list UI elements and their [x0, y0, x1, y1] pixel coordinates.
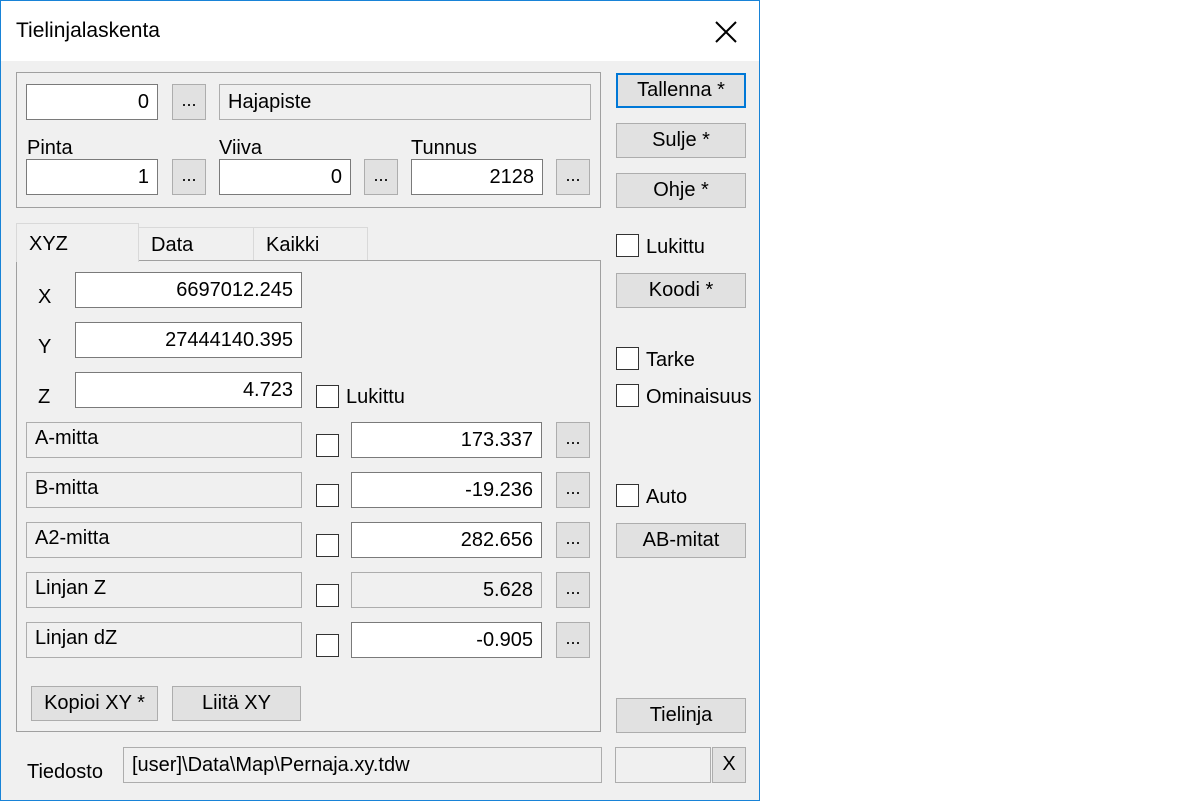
hajapiste-code-field[interactable]: 0: [26, 84, 158, 120]
dialog-window: Tielinjalaskenta 0 ... Hajapiste Pinta 1…: [0, 0, 760, 801]
copy-xy-button[interactable]: Kopioi XY *: [31, 686, 158, 721]
z-lock-checkbox[interactable]: [316, 385, 339, 408]
z-label: Z: [38, 386, 51, 408]
x-field[interactable]: 6697012.245: [75, 272, 302, 308]
close-icon[interactable]: [709, 15, 743, 49]
window-title: Tielinjalaskenta: [16, 19, 160, 42]
tab-kaikki[interactable]: Kaikki: [253, 227, 368, 261]
save-button[interactable]: Tallenna *: [616, 73, 746, 108]
a-mitta-field[interactable]: 173.337: [351, 422, 542, 458]
ominaisuus-label: Ominaisuus: [646, 386, 752, 408]
ab-mitat-button[interactable]: AB-mitat: [616, 523, 746, 558]
auto-label: Auto: [646, 486, 688, 508]
a2-mitta-field[interactable]: 282.656: [351, 522, 542, 558]
tab-xyz[interactable]: XYZ: [16, 223, 139, 262]
locked-label: Lukittu: [646, 236, 705, 258]
hajapiste-name-field: Hajapiste: [219, 84, 591, 120]
a-mitta-checkbox[interactable]: [316, 434, 339, 457]
a2-mitta-label: A2-mitta: [26, 522, 302, 558]
tielinja-button[interactable]: Tielinja: [616, 698, 746, 733]
tarke-label: Tarke: [646, 349, 695, 371]
linjan-z-field: 5.628: [351, 572, 542, 608]
y-label: Y: [38, 336, 52, 358]
auto-checkbox[interactable]: [616, 484, 639, 507]
linjan-dz-checkbox[interactable]: [316, 634, 339, 657]
ominaisuus-checkbox[interactable]: [616, 384, 639, 407]
file-clear-button[interactable]: X: [712, 747, 746, 783]
linjan-z-label: Linjan Z: [26, 572, 302, 608]
viiva-field[interactable]: 0: [219, 159, 351, 195]
tab-data[interactable]: Data: [138, 227, 254, 261]
b-mitta-checkbox[interactable]: [316, 484, 339, 507]
viiva-label: Viiva: [219, 137, 262, 159]
viiva-browse-button[interactable]: ...: [364, 159, 398, 195]
pinta-field[interactable]: 1: [26, 159, 158, 195]
linjan-z-checkbox[interactable]: [316, 584, 339, 607]
b-mitta-browse-button[interactable]: ...: [556, 472, 590, 508]
locked-checkbox[interactable]: [616, 234, 639, 257]
z-field[interactable]: 4.723: [75, 372, 302, 408]
b-mitta-label: B-mitta: [26, 472, 302, 508]
file-path-field: [user]\Data\Map\Pernaja.xy.tdw: [123, 747, 602, 783]
hajapiste-browse-button[interactable]: ...: [172, 84, 206, 120]
pinta-browse-button[interactable]: ...: [172, 159, 206, 195]
paste-xy-button[interactable]: Liitä XY: [172, 686, 301, 721]
tunnus-browse-button[interactable]: ...: [556, 159, 590, 195]
file-extra-field: [615, 747, 711, 783]
file-label: Tiedosto: [27, 761, 103, 783]
linjan-dz-browse-button[interactable]: ...: [556, 622, 590, 658]
b-mitta-field[interactable]: -19.236: [351, 472, 542, 508]
pinta-label: Pinta: [27, 137, 73, 159]
linjan-z-browse-button[interactable]: ...: [556, 572, 590, 608]
y-field[interactable]: 27444140.395: [75, 322, 302, 358]
tunnus-label: Tunnus: [411, 137, 477, 159]
title-bar: Tielinjalaskenta: [1, 1, 759, 61]
close-button[interactable]: Sulje *: [616, 123, 746, 158]
z-lock-label: Lukittu: [346, 386, 405, 408]
code-button[interactable]: Koodi *: [616, 273, 746, 308]
linjan-dz-field[interactable]: -0.905: [351, 622, 542, 658]
a-mitta-browse-button[interactable]: ...: [556, 422, 590, 458]
tunnus-field[interactable]: 2128: [411, 159, 543, 195]
a-mitta-label: A-mitta: [26, 422, 302, 458]
a2-mitta-browse-button[interactable]: ...: [556, 522, 590, 558]
tarke-checkbox[interactable]: [616, 347, 639, 370]
x-label: X: [38, 286, 52, 308]
a2-mitta-checkbox[interactable]: [316, 534, 339, 557]
help-button[interactable]: Ohje *: [616, 173, 746, 208]
linjan-dz-label: Linjan dZ: [26, 622, 302, 658]
